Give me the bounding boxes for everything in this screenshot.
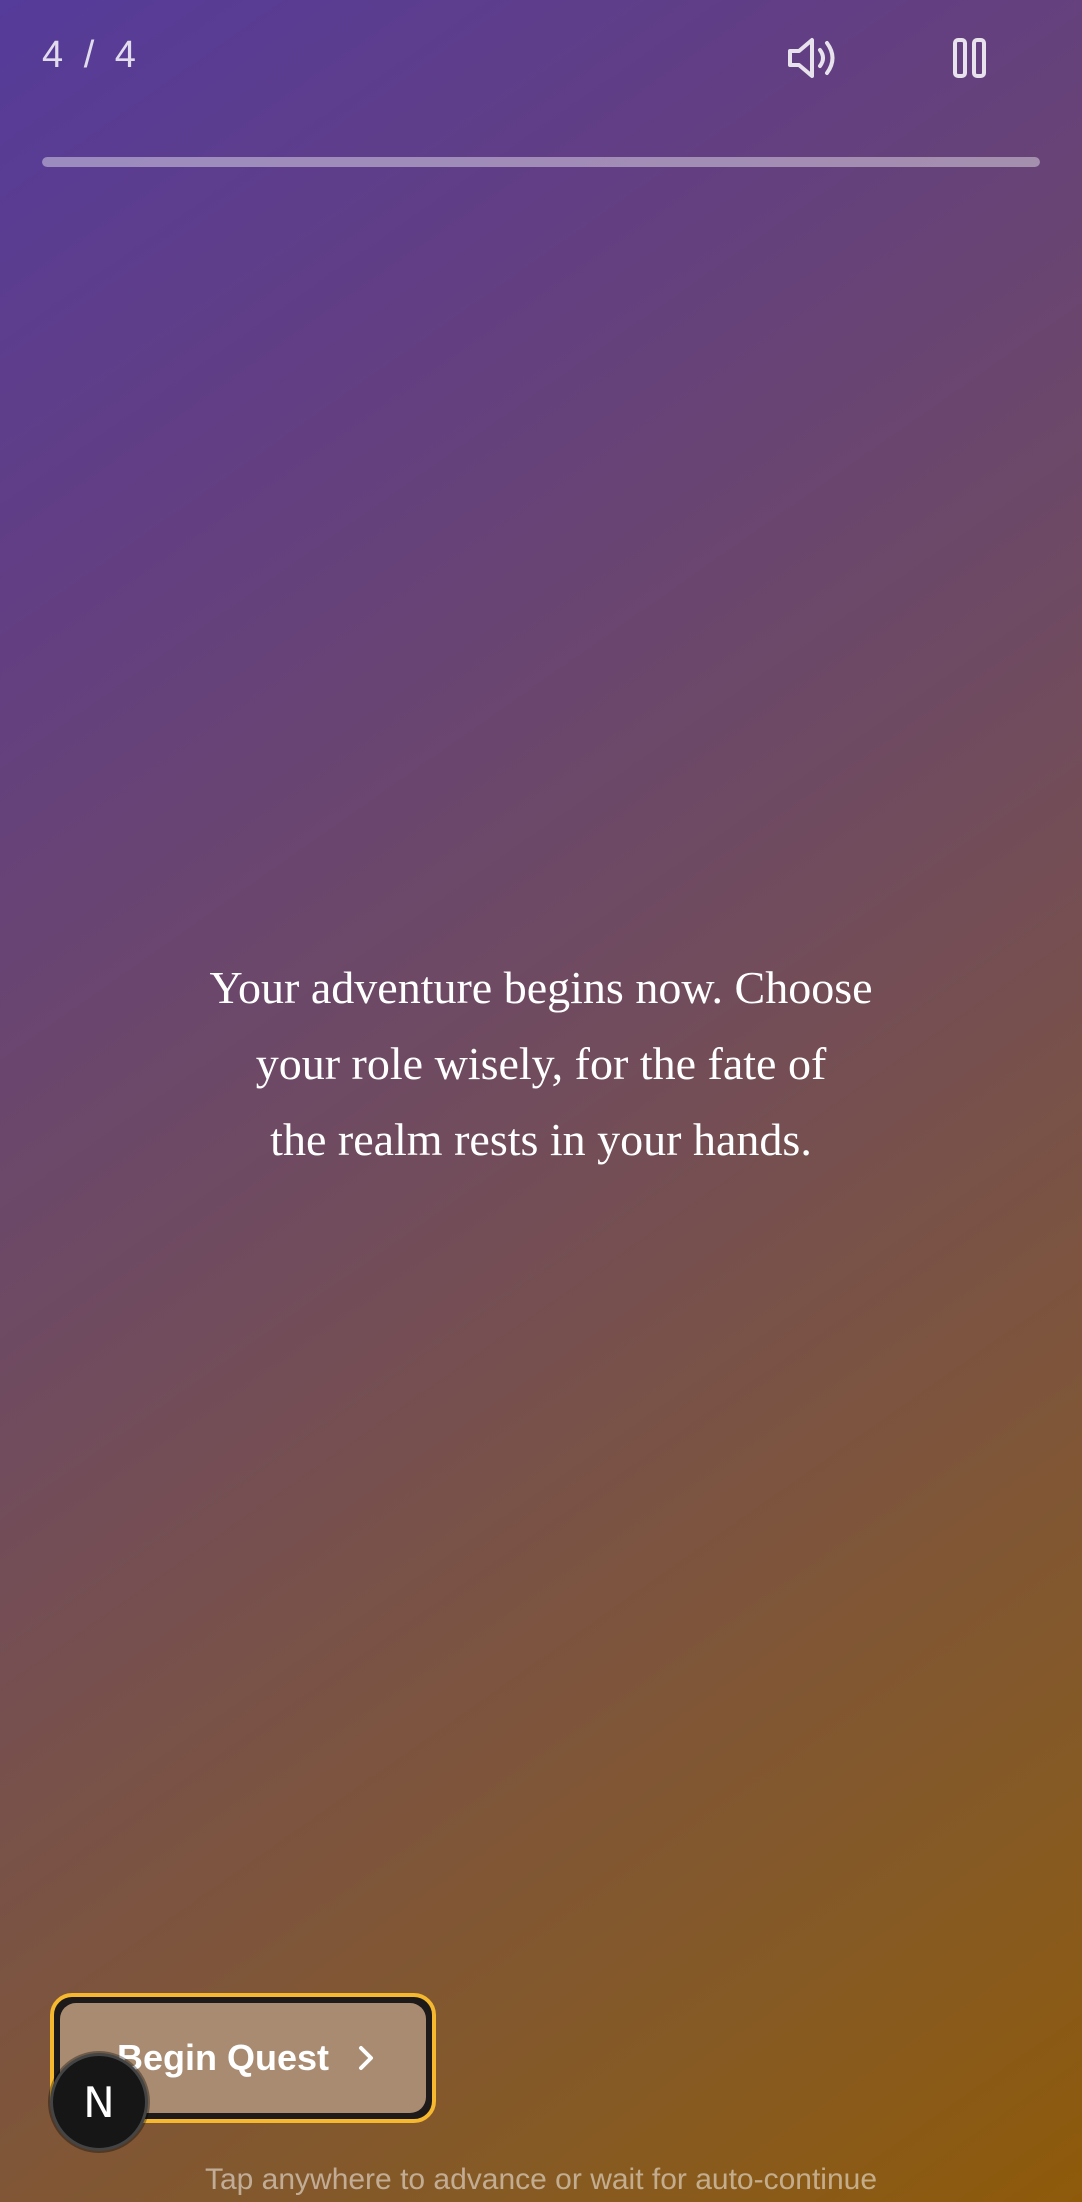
pause-button[interactable] bbox=[934, 26, 1006, 90]
pause-icon bbox=[953, 38, 986, 78]
story-progress-bar bbox=[42, 157, 1040, 167]
sound-button[interactable] bbox=[776, 26, 848, 90]
story-progress-fill bbox=[42, 157, 1040, 167]
volume-icon bbox=[788, 38, 835, 78]
slide-counter: 4 / 4 bbox=[42, 34, 137, 76]
chevron-right-icon bbox=[355, 2043, 377, 2073]
story-line-1: Your adventure begins now. Choose bbox=[209, 962, 873, 1013]
begin-quest-label: Begin Quest bbox=[116, 2037, 330, 2078]
advance-hint: Tap anywhere to advance or wait for auto… bbox=[204, 2163, 878, 2196]
avatar[interactable]: N bbox=[50, 2053, 148, 2151]
story-line-2: your role wisely, for the fate of bbox=[255, 1038, 827, 1089]
story-line-3: the realm rests in your hands. bbox=[270, 1114, 812, 1165]
story-text: Your adventure begins now. Choose your r… bbox=[120, 950, 962, 1178]
